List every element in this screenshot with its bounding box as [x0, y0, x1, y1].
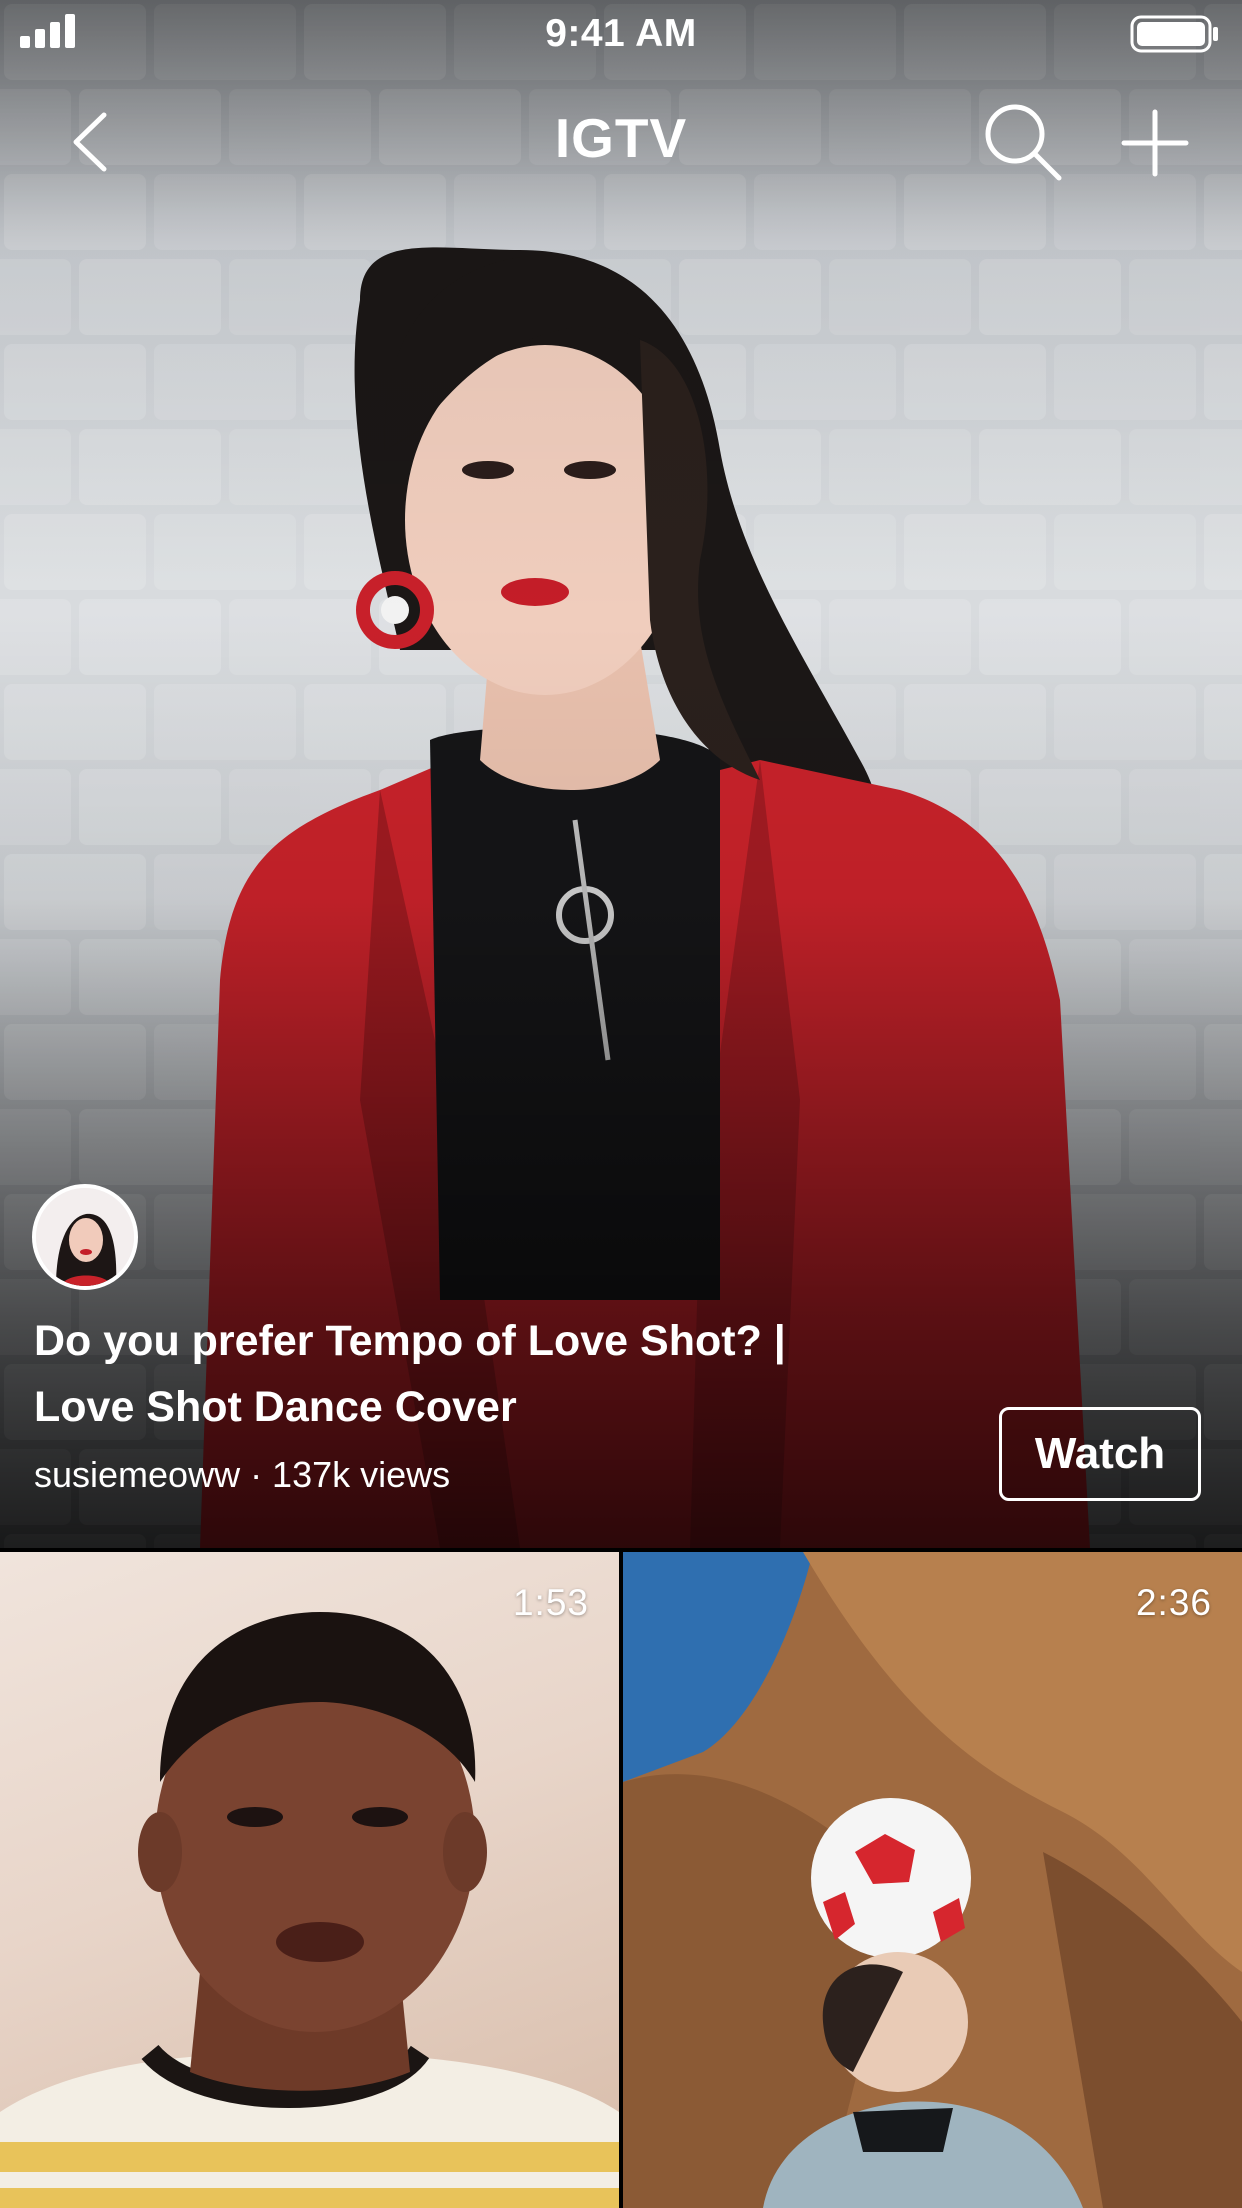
search-button[interactable]: [975, 94, 1071, 190]
featured-title-line-1: Do you prefer Tempo of Love Shot? |: [34, 1317, 786, 1365]
status-time: 9:41 AM: [545, 12, 697, 55]
watch-button[interactable]: Watch: [999, 1407, 1201, 1501]
video-thumbnail: [0, 1612, 619, 2208]
featured-video-meta: susiemeoww · 137k views: [34, 1454, 451, 1495]
search-icon: [985, 104, 1062, 181]
video-duration: 1:53: [512, 1582, 589, 1623]
video-grid: 1:53 2:36: [0, 1552, 1242, 2208]
battery-full-icon: [1130, 15, 1218, 53]
video-duration: 2:36: [1135, 1582, 1212, 1623]
creator-avatar[interactable]: [32, 1184, 138, 1290]
featured-video-title[interactable]: Do you prefer Tempo of Love Shot? | Love…: [34, 1308, 934, 1440]
video-thumbnail: [623, 1552, 1242, 2208]
featured-video[interactable]: 9:41 AM IGTV Do you prefer Tempo of Love…: [0, 0, 1242, 1548]
add-button[interactable]: [1110, 98, 1200, 188]
avatar-image: [36, 1188, 134, 1286]
video-tile[interactable]: 1:53: [0, 1552, 619, 2208]
nav-bar: IGTV: [0, 84, 1242, 194]
status-bar: 9:41 AM: [0, 0, 1242, 70]
featured-title-line-2: Love Shot Dance Cover: [34, 1383, 517, 1431]
plus-icon: [1121, 109, 1189, 177]
igtv-screen: 9:41 AM IGTV Do you prefer Tempo of Love…: [0, 0, 1242, 2208]
video-tile[interactable]: 2:36: [623, 1552, 1242, 2208]
